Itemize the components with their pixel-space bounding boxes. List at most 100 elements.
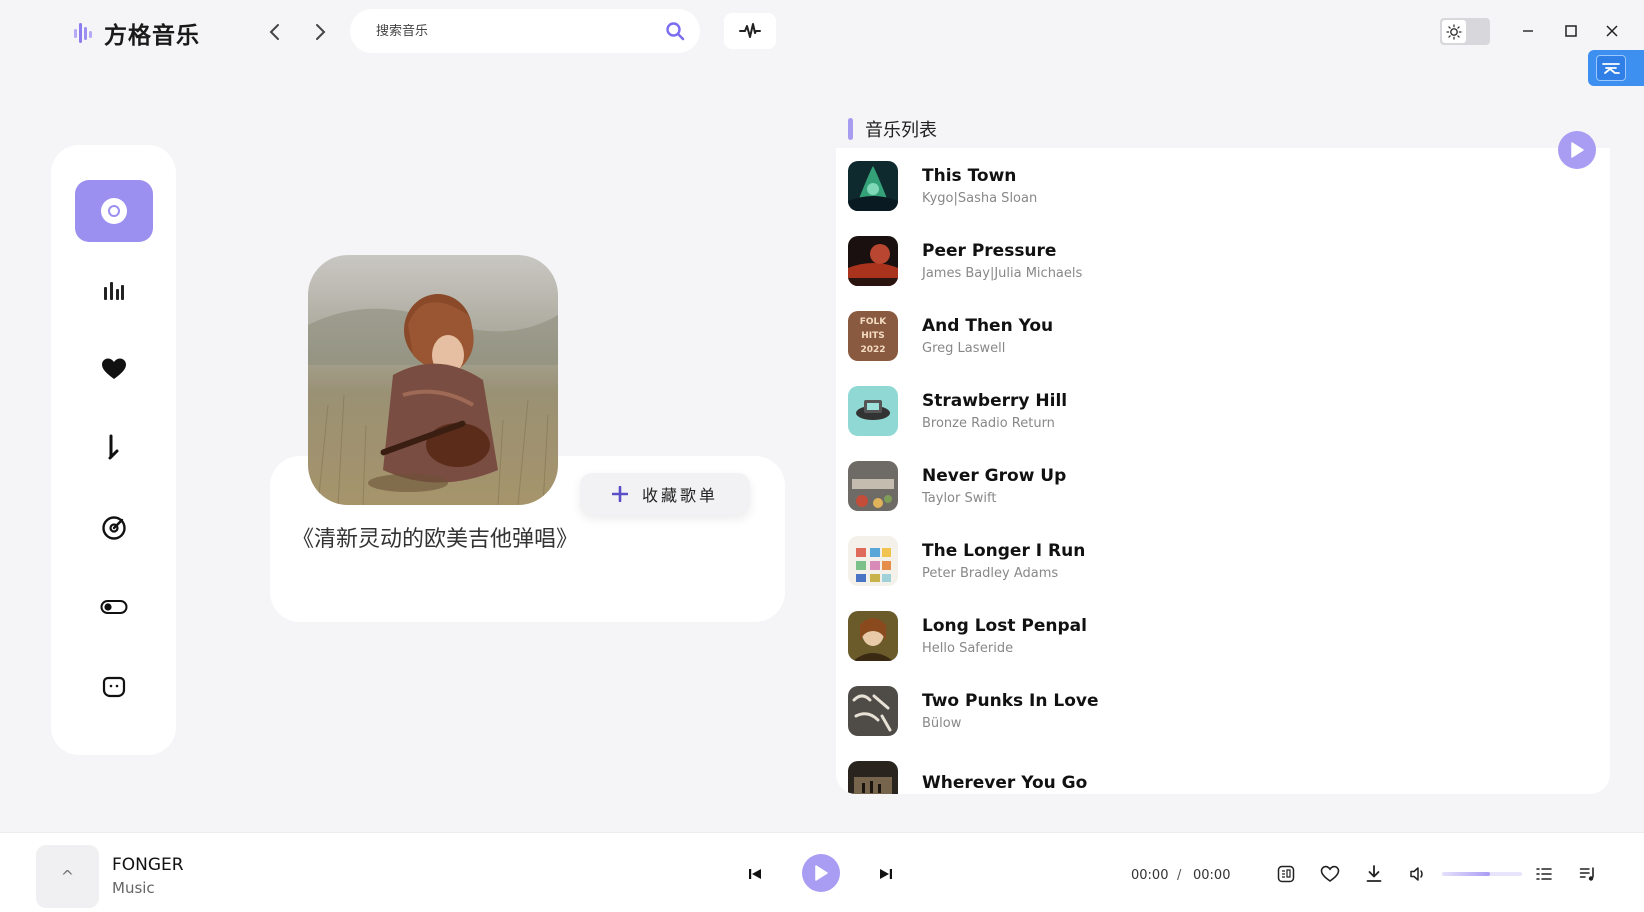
forward-button[interactable] bbox=[308, 20, 332, 44]
song-row[interactable]: Peer Pressure James Bay|Julia Michaels bbox=[836, 223, 1610, 298]
cover-text: HITS bbox=[861, 330, 885, 341]
sun-icon bbox=[1442, 20, 1466, 43]
current-time: 00:00 bbox=[1131, 868, 1169, 883]
next-button[interactable] bbox=[875, 863, 897, 885]
song-row[interactable]: Two Punks In Love Bülow bbox=[836, 673, 1610, 748]
song-cover bbox=[848, 760, 898, 794]
maximize-icon bbox=[1565, 25, 1577, 37]
audio-wave-button[interactable] bbox=[724, 13, 776, 49]
song-row[interactable]: FOLK HITS 2022 And Then You Greg Laswell bbox=[836, 298, 1610, 373]
minimize-button[interactable] bbox=[1517, 20, 1539, 42]
song-artist: Peter Bradley Adams bbox=[922, 565, 1059, 581]
song-artist: Hello Saferide bbox=[922, 640, 1014, 656]
skip-next-icon bbox=[880, 869, 892, 879]
header-accent-bar bbox=[848, 118, 853, 140]
close-icon bbox=[1606, 25, 1618, 37]
top-bar: 方格音乐 bbox=[0, 0, 1644, 70]
pulse-wave-icon bbox=[739, 23, 761, 38]
song-cover: FOLK HITS 2022 bbox=[848, 310, 898, 361]
close-button[interactable] bbox=[1601, 20, 1623, 42]
music-list-title: 音乐列表 bbox=[865, 120, 937, 141]
search-input[interactable] bbox=[376, 23, 664, 39]
sidebar-item-radio[interactable] bbox=[75, 497, 153, 559]
music-list-header: 音乐列表 bbox=[848, 116, 937, 142]
playlist-queue-button[interactable] bbox=[1532, 862, 1556, 886]
back-button[interactable] bbox=[263, 20, 287, 44]
time-separator: / bbox=[1177, 868, 1182, 883]
search-icon[interactable] bbox=[664, 20, 686, 42]
song-title: Strawberry Hill bbox=[922, 390, 1068, 411]
song-row[interactable]: Strawberry Hill Bronze Radio Return bbox=[836, 373, 1610, 448]
sidebar-item-downloads[interactable] bbox=[75, 417, 153, 479]
song-title: Never Grow Up bbox=[922, 465, 1067, 486]
playlist-cover bbox=[308, 255, 558, 505]
skip-previous-icon bbox=[749, 869, 761, 879]
music-list-icon bbox=[1579, 867, 1594, 881]
song-artist: Bülow bbox=[922, 715, 962, 731]
logo-waveform-icon bbox=[72, 20, 98, 46]
like-button[interactable] bbox=[1318, 862, 1342, 886]
song-cover bbox=[848, 160, 898, 211]
download-button[interactable] bbox=[1362, 862, 1386, 886]
cloud-logo-icon bbox=[1596, 55, 1626, 81]
song-artist: Greg Laswell bbox=[922, 340, 1006, 356]
play-mode-button[interactable] bbox=[1576, 862, 1600, 886]
floating-cloud-badge[interactable] bbox=[1588, 50, 1644, 86]
song-row[interactable]: Wherever You Go bbox=[836, 748, 1610, 794]
maximize-button[interactable] bbox=[1560, 20, 1582, 42]
theme-toggle[interactable] bbox=[1440, 18, 1490, 45]
music-note-icon bbox=[108, 434, 119, 460]
chevron-right-icon bbox=[316, 24, 326, 40]
sidebar-item-messages[interactable] bbox=[75, 656, 153, 718]
song-row[interactable]: This Town Kygo|Sasha Sloan bbox=[836, 148, 1610, 223]
cover-text: FOLK bbox=[859, 316, 887, 327]
sidebar-item-charts[interactable] bbox=[75, 259, 153, 321]
sidebar bbox=[51, 145, 176, 755]
total-time: 00:00 bbox=[1193, 868, 1231, 883]
volume-slider-fill bbox=[1442, 872, 1490, 876]
play-all-button[interactable] bbox=[1558, 131, 1596, 169]
minimize-icon bbox=[1523, 30, 1533, 32]
toggle-icon bbox=[100, 600, 128, 614]
cover-text: 2022 bbox=[860, 344, 886, 355]
collect-playlist-label: 收藏歌单 bbox=[641, 486, 718, 505]
song-title: Long Lost Penpal bbox=[922, 615, 1087, 636]
sidebar-item-discover[interactable] bbox=[75, 180, 153, 242]
expand-player-button[interactable]: ^ bbox=[36, 845, 99, 908]
song-row[interactable]: Long Lost Penpal Hello Saferide bbox=[836, 598, 1610, 673]
volume-slider[interactable] bbox=[1442, 872, 1522, 876]
playlist-title: 《清新灵动的欧美吉他弹唱》 bbox=[292, 527, 579, 552]
song-artist: Bronze Radio Return bbox=[922, 415, 1055, 431]
queue-list-icon bbox=[1536, 868, 1552, 880]
play-icon bbox=[1571, 142, 1584, 158]
song-row[interactable]: The Longer I Run Peter Bradley Adams bbox=[836, 523, 1610, 598]
previous-button[interactable] bbox=[744, 863, 766, 885]
song-cover bbox=[848, 535, 898, 586]
song-title: Peer Pressure bbox=[922, 240, 1057, 261]
sidebar-item-favorites[interactable] bbox=[75, 338, 153, 400]
now-playing-title: FONGER bbox=[112, 855, 184, 875]
song-cover bbox=[848, 685, 898, 736]
target-icon bbox=[102, 516, 126, 540]
plus-icon bbox=[611, 486, 628, 502]
chevron-left-icon bbox=[269, 24, 279, 40]
volume-button[interactable] bbox=[1406, 862, 1430, 886]
app-logo[interactable]: 方格音乐 bbox=[72, 16, 200, 50]
player-bar: ^ FONGER Music 00:00 / 00:00 bbox=[0, 832, 1644, 912]
song-cover bbox=[848, 610, 898, 661]
song-cover bbox=[848, 235, 898, 286]
collect-playlist-button[interactable]: 收藏歌单 bbox=[580, 473, 750, 515]
heart-icon bbox=[102, 358, 126, 379]
sidebar-item-settings[interactable] bbox=[75, 576, 153, 638]
song-cover bbox=[848, 460, 898, 511]
lyrics-button[interactable] bbox=[1274, 862, 1298, 886]
song-row[interactable]: Never Grow Up Taylor Swift bbox=[836, 448, 1610, 523]
song-cover bbox=[848, 385, 898, 436]
song-title: This Town bbox=[922, 165, 1017, 186]
song-title: Wherever You Go bbox=[922, 773, 1088, 793]
download-icon bbox=[1366, 865, 1382, 882]
play-pause-button[interactable] bbox=[802, 854, 840, 892]
chat-icon bbox=[102, 676, 126, 698]
search-bar bbox=[350, 9, 700, 53]
song-title: Two Punks In Love bbox=[922, 690, 1099, 711]
